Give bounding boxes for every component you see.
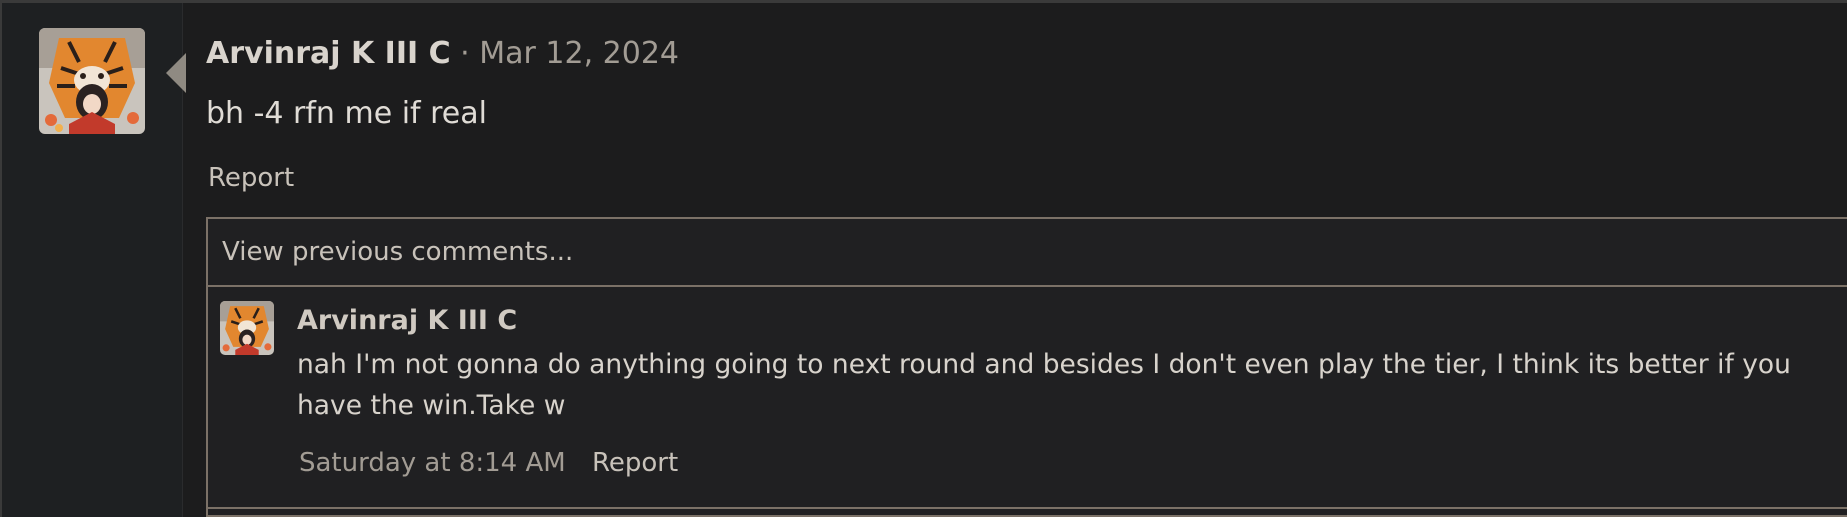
tiger-portrait-avatar-icon: [220, 301, 274, 355]
post-date[interactable]: Mar 12, 2024: [479, 36, 679, 71]
post-report-link[interactable]: Report: [208, 163, 294, 193]
comment-author[interactable]: Arvinraj K III C: [297, 305, 517, 336]
post-author[interactable]: Arvinraj K III C: [206, 36, 451, 71]
comment-divider: [206, 507, 1847, 509]
tiger-portrait-avatar-icon: [39, 28, 145, 134]
header-separator: ·: [460, 36, 470, 71]
post-header: Arvinraj K III C · Mar 12, 2024: [206, 36, 679, 71]
author-avatar[interactable]: [39, 28, 145, 134]
caret-left-icon: [166, 53, 186, 93]
post-body: bh -4 rfn me if real: [206, 96, 487, 131]
comment-text: nah I'm not gonna do anything going to n…: [297, 349, 1791, 421]
view-previous-comments-link[interactable]: View previous comments...: [208, 219, 1847, 287]
comment-author-avatar[interactable]: [220, 301, 274, 355]
comment-report-link[interactable]: Report: [592, 448, 678, 478]
comment-timestamp[interactable]: Saturday at 8:14 AM: [299, 448, 566, 478]
